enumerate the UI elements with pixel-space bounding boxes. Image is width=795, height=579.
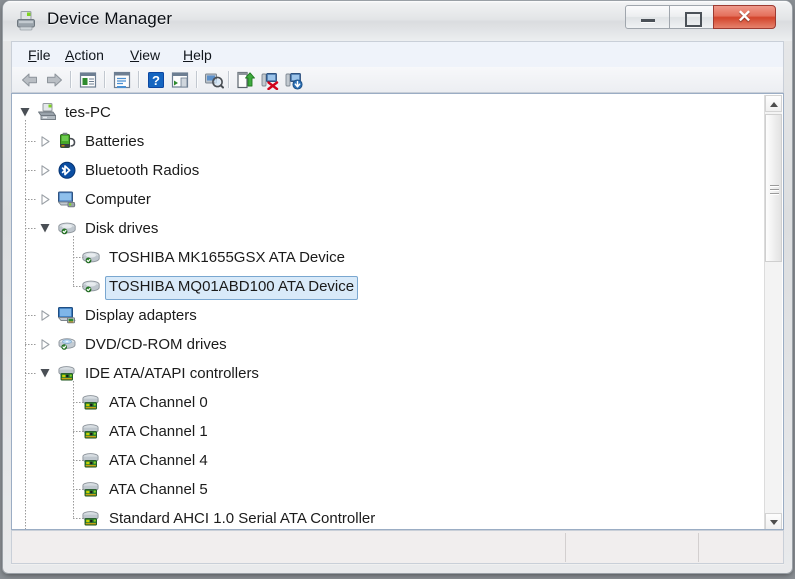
help-icon[interactable]: ? [146, 70, 166, 90]
tree-connector-line [73, 489, 85, 490]
close-button[interactable]: ✕ [713, 5, 776, 29]
disk-drive-icon [57, 219, 77, 238]
tree-connector-line [73, 257, 85, 258]
minimize-button[interactable] [625, 5, 670, 29]
tree-item-label: Batteries [81, 131, 148, 153]
tree-connector-line [25, 170, 37, 171]
tree-connector-line [25, 141, 37, 142]
tree-item-label: DVD/CD-ROM drives [81, 334, 231, 356]
menu-view[interactable]: View [122, 45, 168, 65]
vertical-scrollbar[interactable] [764, 95, 782, 530]
client-area: File Action View Help [11, 41, 784, 565]
minimize-icon [641, 19, 655, 22]
menu-file[interactable]: File [20, 45, 59, 65]
tree-item-label: Standard AHCI 1.0 Serial ATA Controller [105, 508, 379, 529]
tree-connector-line [25, 315, 37, 316]
tree-item-label: ATA Channel 4 [105, 450, 212, 472]
expand-triangle-icon[interactable] [40, 136, 51, 147]
toolbar: ? [11, 67, 784, 93]
computer-icon [57, 190, 77, 209]
disable-device-icon[interactable] [284, 70, 304, 90]
computer-root-icon [37, 103, 57, 122]
menu-bar: File Action View Help [11, 41, 784, 67]
tree-item-label: ATA Channel 0 [105, 392, 212, 414]
expand-triangle-icon[interactable] [40, 339, 51, 350]
tree-item-label: Display adapters [81, 305, 201, 327]
maximize-button[interactable] [669, 5, 714, 29]
properties-icon[interactable] [112, 70, 132, 90]
display-adapter-icon [57, 306, 77, 325]
tree-connector-line [73, 518, 85, 519]
tree-connector-line [73, 286, 85, 287]
restore-icon [685, 12, 702, 27]
status-divider-1 [565, 533, 566, 562]
svg-text:?: ? [152, 73, 160, 88]
device-manager-window: Device Manager ✕ File Action View Help [3, 1, 792, 573]
expand-triangle-icon[interactable] [40, 194, 51, 205]
scan-hardware-icon[interactable] [204, 70, 224, 90]
scroll-down-button[interactable] [765, 513, 782, 530]
toolbar-separator-2 [104, 71, 105, 88]
title-bar: Device Manager ✕ [3, 1, 792, 41]
menu-action[interactable]: Action [57, 45, 112, 65]
tree-item-label: TOSHIBA MQ01ABD100 ATA Device [105, 276, 358, 300]
toolbar-separator-5 [228, 71, 229, 88]
tree-connector-line [73, 431, 85, 432]
status-bar [11, 530, 784, 564]
scroll-up-button[interactable] [765, 95, 782, 112]
uninstall-device-icon[interactable] [260, 70, 280, 90]
chevron-down-icon [770, 520, 778, 525]
collapse-triangle-icon[interactable] [40, 223, 51, 234]
tree-connector-line [25, 228, 37, 229]
forward-icon[interactable] [44, 70, 64, 90]
ide-controller-icon [57, 364, 77, 383]
menu-help[interactable]: Help [175, 45, 220, 65]
tree-connector-line [73, 236, 74, 287]
expand-triangle-icon[interactable] [40, 165, 51, 176]
console-tree-icon[interactable] [78, 70, 98, 90]
grip-line [770, 193, 779, 194]
tree-item-label: Disk drives [81, 218, 162, 240]
tree-item-label: TOSHIBA MK1655GSX ATA Device [105, 247, 349, 269]
battery-icon [57, 132, 77, 151]
bluetooth-icon [57, 161, 77, 180]
device-tree-panel: tes-PC Batteries Bluetooth Radios Comput… [11, 93, 784, 530]
tree-item-label: ATA Channel 1 [105, 421, 212, 443]
tree-connector-line [25, 120, 26, 529]
toolbar-separator-4 [196, 71, 197, 88]
update-driver-icon[interactable] [236, 70, 256, 90]
dvd-drive-icon [57, 335, 77, 354]
collapse-triangle-icon[interactable] [20, 107, 31, 118]
tree-item-label: IDE ATA/ATAPI controllers [81, 363, 263, 385]
collapse-triangle-icon[interactable] [40, 368, 51, 379]
tree-item-label: Computer [81, 189, 155, 211]
expand-triangle-icon[interactable] [40, 310, 51, 321]
tree-connector-line [73, 460, 85, 461]
tree-connector-line [73, 402, 85, 403]
tree-item-label: tes-PC [61, 102, 115, 124]
device-manager-icon [16, 10, 38, 32]
tree-connector-line [25, 344, 37, 345]
action-pane-icon[interactable] [170, 70, 190, 90]
scrollbar-thumb[interactable] [765, 114, 782, 262]
status-divider-2 [698, 533, 699, 562]
tree-item-label: ATA Channel 5 [105, 479, 212, 501]
toolbar-separator-3 [138, 71, 139, 88]
back-icon[interactable] [20, 70, 40, 90]
window-title: Device Manager [47, 9, 172, 29]
tree-connector-line [25, 199, 37, 200]
tree-item-label: Bluetooth Radios [81, 160, 203, 182]
close-icon: ✕ [714, 6, 775, 28]
chevron-up-icon [770, 102, 778, 107]
device-tree: tes-PC Batteries Bluetooth Radios Comput… [12, 94, 764, 529]
grip-line [770, 189, 779, 190]
grip-line [770, 185, 779, 186]
tree-connector-line [25, 373, 37, 374]
toolbar-separator-1 [70, 71, 71, 88]
